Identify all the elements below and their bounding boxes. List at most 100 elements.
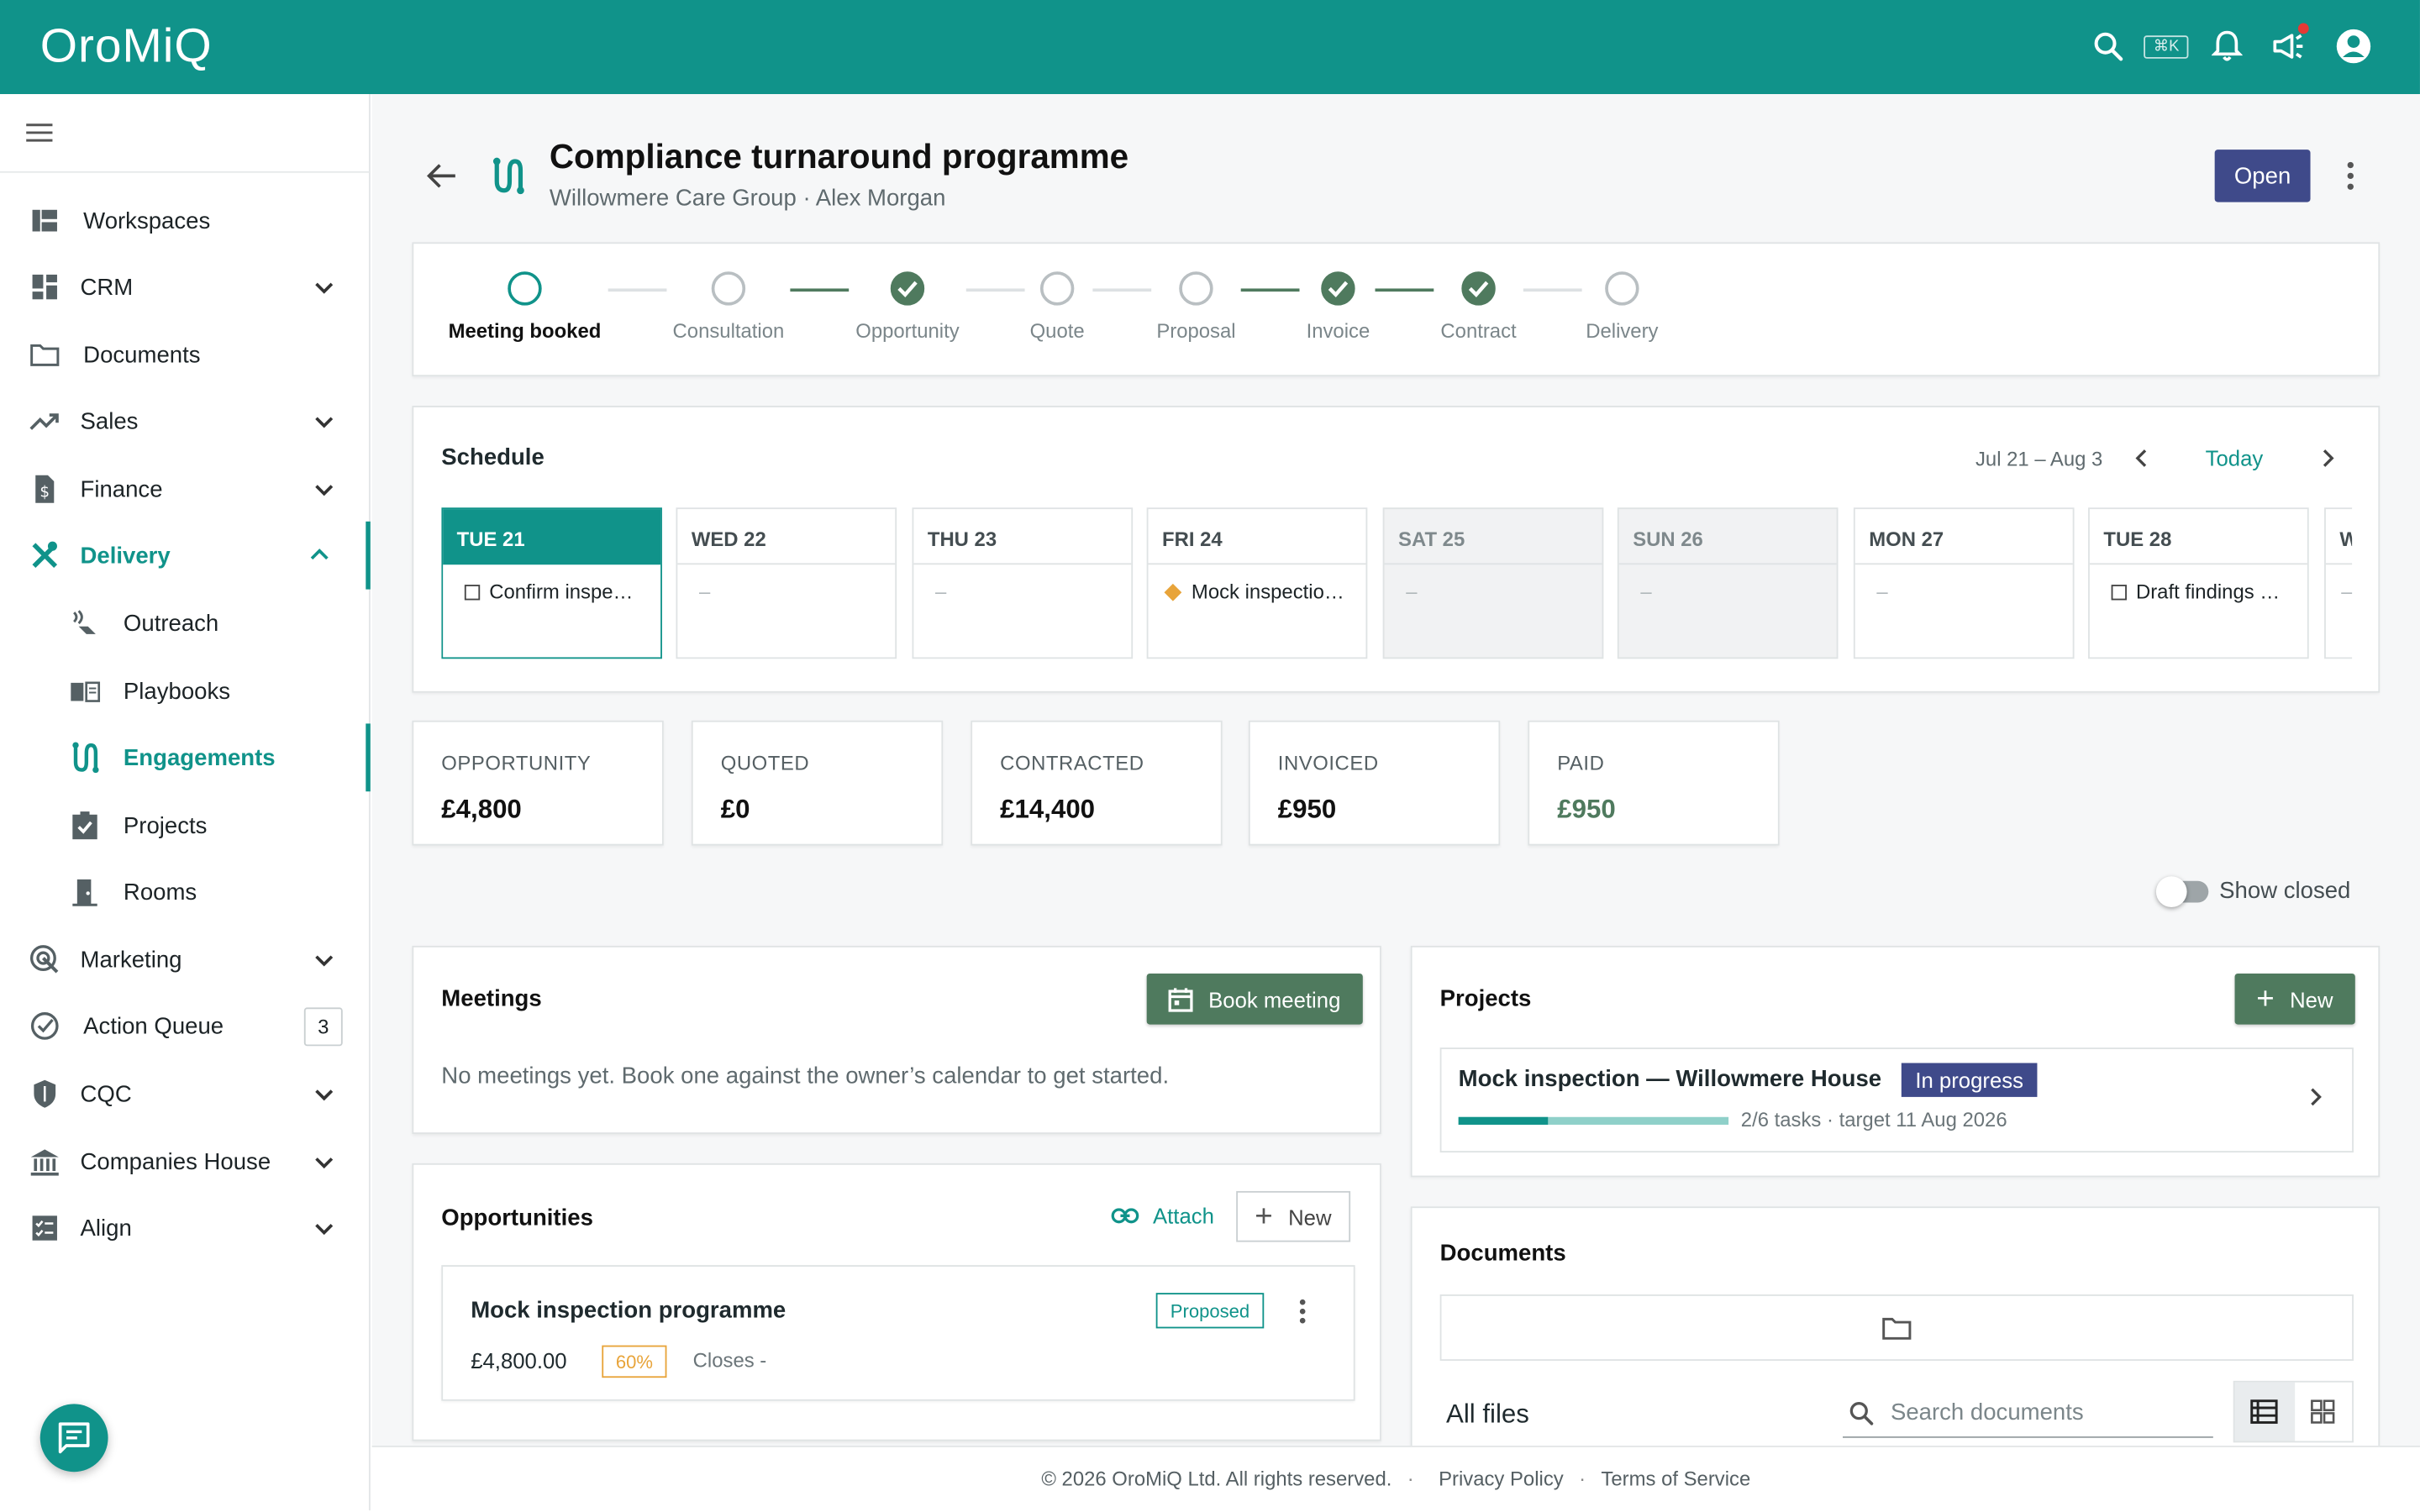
upload-dropzone[interactable]: [1439, 1294, 2354, 1361]
chevron-up-icon[interactable]: [308, 543, 332, 568]
sidebar-item-rooms[interactable]: Rooms: [0, 861, 371, 922]
attach-button[interactable]: Attach: [1111, 1204, 1214, 1228]
stage-consultation[interactable]: Consultation: [651, 271, 806, 343]
grid-view-icon[interactable]: [2294, 1383, 2352, 1441]
day-cell[interactable]: TUE 21 Confirm inspe…: [441, 507, 662, 659]
menu-icon[interactable]: [24, 118, 55, 146]
folder-icon: [1882, 1316, 1912, 1339]
status-badge: In progress: [1901, 1063, 2038, 1097]
sidebar-item-crm[interactable]: CRM: [0, 256, 371, 318]
sidebar-item-outreach[interactable]: Outreach: [0, 592, 371, 654]
shield-icon: [29, 1079, 60, 1110]
day-cell[interactable]: TUE 28 Draft findings …: [2088, 507, 2309, 659]
task-checkbox[interactable]: [2111, 584, 2127, 600]
status-button[interactable]: Open: [2214, 150, 2311, 202]
app-logo[interactable]: OroMiQ: [40, 18, 213, 74]
stage-label: Invoice: [1306, 319, 1370, 343]
stage-opportunity[interactable]: Opportunity: [830, 271, 985, 343]
new-label: New: [1288, 1204, 1332, 1229]
stage-invoice[interactable]: Invoice: [1261, 271, 1416, 343]
schedule-task[interactable]: Draft findings …: [2136, 580, 2280, 604]
footer: © 2026 OroMiQ Ltd. All rights reserved. …: [371, 1445, 2420, 1511]
opportunities-title: Opportunities: [441, 1205, 593, 1231]
day-cell[interactable]: W –: [2324, 507, 2353, 659]
search-icon[interactable]: [2089, 26, 2129, 66]
stage-current-indicator: [508, 271, 542, 306]
trending-up-icon: [29, 406, 60, 437]
day-cell[interactable]: THU 23 –: [912, 507, 1134, 659]
opportunity-item[interactable]: Mock inspection programme Proposed £4,80…: [441, 1265, 1355, 1401]
schedule-task[interactable]: Confirm inspe…: [489, 580, 633, 604]
bell-icon[interactable]: [2207, 26, 2247, 66]
stage-contract[interactable]: Contract: [1402, 271, 1556, 343]
sidebar-item-playbooks[interactable]: Playbooks: [0, 660, 371, 722]
sidebar-item-delivery[interactable]: Delivery: [0, 521, 371, 590]
shortcut-hint[interactable]: ⌘K: [2144, 34, 2189, 58]
day-cell[interactable]: SUN 26 –: [1617, 507, 1839, 659]
stage-pending-indicator: [711, 271, 746, 306]
chat-button[interactable]: [39, 1404, 108, 1473]
chevron-down-icon[interactable]: [312, 1149, 336, 1173]
stage-meeting-booked[interactable]: Meeting booked: [448, 271, 602, 343]
sidebar-item-label: Playbooks: [123, 678, 231, 705]
chevron-down-icon[interactable]: [312, 275, 336, 299]
megaphone-icon[interactable]: [2269, 23, 2309, 66]
day-cell[interactable]: SAT 25 –: [1382, 507, 1604, 659]
back-arrow-icon[interactable]: [424, 159, 458, 192]
crm-icon: [29, 271, 60, 302]
sidebar-item-engagements[interactable]: Engagements: [0, 723, 371, 792]
chevron-down-icon[interactable]: [312, 409, 336, 433]
chevron-down-icon[interactable]: [312, 1082, 336, 1106]
chevron-down-icon[interactable]: [312, 477, 336, 501]
bank-icon: [29, 1147, 60, 1178]
empty-slot: –: [1406, 580, 1418, 604]
chevron-down-icon[interactable]: [312, 948, 336, 972]
privacy-link[interactable]: Privacy Policy: [1439, 1467, 1564, 1491]
sidebar-item-finance[interactable]: $ Finance: [0, 458, 371, 519]
day-cell[interactable]: WED 22 –: [676, 507, 897, 659]
list-view-icon[interactable]: [2234, 1382, 2295, 1441]
more-vert-icon[interactable]: [1297, 1298, 1309, 1333]
chevron-down-icon[interactable]: [312, 1215, 336, 1240]
project-item[interactable]: Mock inspection — Willowmere House In pr…: [1439, 1047, 2354, 1153]
metric-value: £950: [1277, 794, 1337, 824]
day-cell[interactable]: FRI 24 Mock inspectio…: [1146, 507, 1368, 659]
checklist-icon: [29, 1213, 60, 1244]
new-opportunity-button[interactable]: + New: [1236, 1190, 1350, 1242]
sidebar-item-sales[interactable]: Sales: [0, 391, 371, 452]
sidebar-item-documents[interactable]: Documents: [0, 324, 371, 386]
day-cell[interactable]: MON 27 –: [1853, 507, 2075, 659]
plus-icon: +: [2256, 982, 2275, 1016]
sidebar-item-projects[interactable]: Projects: [0, 795, 371, 856]
chevron-right-icon[interactable]: [2306, 1086, 2324, 1116]
opportunities-card: Opportunities Attach + New Mock inspecti…: [412, 1163, 1381, 1441]
new-label: New: [2290, 986, 2333, 1011]
stage-proposal[interactable]: Proposal: [1119, 271, 1274, 343]
day-label: TUE 28: [2089, 509, 2307, 565]
stage-delivery[interactable]: Delivery: [1545, 271, 1700, 343]
task-checkbox[interactable]: [464, 584, 481, 600]
metric-value: £0: [720, 794, 750, 824]
sidebar-item-action-queue[interactable]: Action Queue 3: [0, 995, 371, 1057]
route-icon: [489, 156, 526, 197]
search-input[interactable]: Search documents: [1891, 1399, 2084, 1425]
sidebar-item-cqc[interactable]: CQC: [0, 1063, 371, 1124]
stage-quote[interactable]: Quote: [980, 271, 1134, 343]
sidebar-item-align[interactable]: Align: [0, 1197, 371, 1258]
empty-slot: –: [1640, 580, 1652, 604]
more-vert-icon[interactable]: [2341, 159, 2360, 192]
schedule-milestone[interactable]: Mock inspectio…: [1192, 580, 1344, 604]
sidebar-item-companies-house[interactable]: Companies House: [0, 1131, 371, 1192]
document-search[interactable]: Search documents: [1843, 1389, 2213, 1438]
show-closed-toggle[interactable]: [2155, 876, 2209, 907]
account-icon[interactable]: [2333, 26, 2374, 66]
sidebar-item-workspaces[interactable]: Workspaces: [0, 190, 371, 251]
terms-link[interactable]: Terms of Service: [1601, 1467, 1750, 1491]
svg-text:$: $: [39, 483, 50, 501]
book-meeting-button[interactable]: Book meeting: [1146, 973, 1363, 1025]
new-project-button[interactable]: + New: [2234, 973, 2355, 1025]
project-meta: 2/6 tasks · target 11 Aug 2026: [1740, 1107, 2007, 1131]
sidebar-item-marketing[interactable]: Marketing: [0, 929, 371, 990]
notification-dot: [2297, 23, 2309, 34]
probability-badge: 60%: [602, 1345, 667, 1378]
